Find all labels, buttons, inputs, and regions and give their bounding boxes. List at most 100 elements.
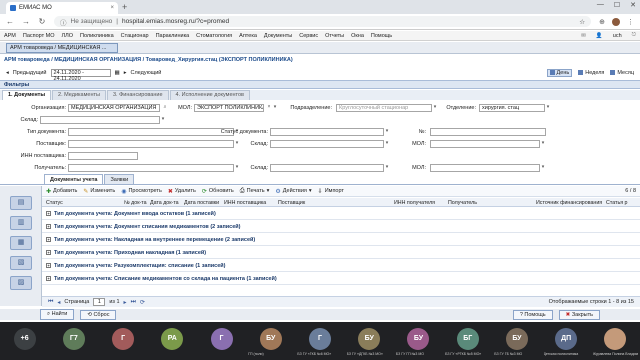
group-row[interactable]: + Тип документа учета: Приходная накладна… [42,247,640,259]
print-button[interactable]: ⎙ Печать ▾ [240,188,270,195]
supplier-field[interactable] [68,140,234,148]
col-status[interactable]: Статус [46,200,63,206]
participant-avatar[interactable]: БУ [407,328,430,350]
url-input[interactable]: ⓘ Не защищено | hospital.emias.mosreg.ru… [54,16,592,27]
mol2-dropdown-icon[interactable]: ▾ [540,140,546,148]
menu-item-pharmacy[interactable]: Аптека [239,33,257,39]
department-dropdown-icon[interactable]: ▾ [432,104,438,112]
last-page-icon[interactable]: ⏭ [131,299,136,306]
browser-tab[interactable]: ЕМИАС МО × [6,2,118,14]
group-row[interactable]: + Тип документа учета: Накладная на внутр… [42,234,640,246]
col-doc-date[interactable]: Дата док-та [150,200,179,206]
reload-icon[interactable]: ↻ [38,17,46,26]
warehouse3-field[interactable] [270,164,384,172]
menu-item-help[interactable]: Помощь [371,33,392,39]
docstatus-field[interactable] [270,128,384,136]
docstatus-dropdown-icon[interactable]: ▾ [384,128,390,136]
recipient-field[interactable] [68,164,234,172]
inn-field[interactable] [68,152,138,160]
participant-avatar[interactable]: +6 [13,328,36,350]
participant-avatar[interactable]: БУ [505,328,528,350]
help-button[interactable]: ? Помощь [512,309,553,320]
participant-avatar[interactable]: РА [161,328,184,350]
documents-icon[interactable]: ▤ [10,196,32,210]
org-field[interactable]: МЕДИЦИНСКАЯ ОРГАНИЗАЦИЯ [68,104,160,112]
browser-menu-icon[interactable]: ⋮ [627,18,634,26]
journal-icon[interactable]: ▦ [10,236,32,250]
tab-execution[interactable]: 4. Исполнение документов [169,90,250,100]
participant-avatar[interactable]: БУ [259,328,282,350]
mol-dropdown-icon[interactable]: ▾ [272,104,278,112]
number-field[interactable] [430,128,546,136]
profile-avatar[interactable] [612,17,620,26]
add-button[interactable]: ✚ Добавить [46,188,77,195]
group-row[interactable]: + Тип документа учета: Документ ввода ост… [42,208,640,220]
menu-item-reports[interactable]: Отчеты [325,33,344,39]
menu-item-llo[interactable]: ЛЛО [62,33,74,39]
menu-item-documents[interactable]: Документы [264,33,292,39]
warehouse-dropdown-icon[interactable]: ▾ [160,116,166,124]
actions-button[interactable]: ⚙ Действия ▾ [275,188,311,195]
delete-button[interactable]: ✖ Удалить [168,188,196,195]
participant-avatar[interactable]: Г7 [62,328,85,350]
group-row[interactable]: + Тип документа учета: Списание медикамен… [42,273,640,285]
tab-requests[interactable]: Заявки [104,174,135,184]
mol-field[interactable]: ЭКСПОРТ ПОЛИКЛИНИКА [194,104,264,112]
branch-dropdown-icon[interactable]: ▾ [545,104,551,112]
next-period-icon[interactable]: ▸ [124,70,127,76]
close-button[interactable]: ✖ Закрыть [558,309,600,320]
accounting-icon[interactable]: ▥ [10,216,32,230]
expand-icon[interactable]: + [46,224,51,229]
tab-documents[interactable]: 1. Документы [2,90,52,100]
menu-item-arm[interactable]: АРМ [4,33,16,39]
doctype-field[interactable] [68,128,234,136]
menu-item-polyclinic[interactable]: Поликлиника [80,33,114,39]
reset-button[interactable]: ⟲ Сброс [80,309,117,320]
minimize-window-button[interactable]: — [597,1,604,9]
warehouse-field[interactable] [40,116,160,124]
extensions-icon[interactable]: ⊕ [599,18,605,26]
bookmark-star-icon[interactable]: ☆ [579,18,585,26]
mol2-field[interactable] [430,140,540,148]
next-period-button[interactable]: Следующий [130,70,161,76]
date-range-input[interactable]: 24.11.2020 - 24.11.2020 [50,68,111,82]
reports-icon[interactable]: ▧ [10,256,32,270]
maximize-window-button[interactable]: ☐ [614,1,620,9]
search-icon[interactable]: ⌕ [162,104,168,112]
settings-icon[interactable]: ▨ [10,276,32,290]
page-input[interactable]: 1 [93,298,106,306]
expand-icon[interactable]: + [46,276,51,281]
group-row[interactable]: + Тип документа учета: Разукомплектация: … [42,260,640,272]
expand-icon[interactable]: + [46,211,51,216]
calendar-icon[interactable]: ▦ [115,70,120,76]
department-field[interactable]: Круглосуточный стационар [336,104,432,112]
expand-icon[interactable]: + [46,250,51,255]
expand-icon[interactable]: + [46,237,51,242]
first-page-icon[interactable]: ⏮ [48,299,53,306]
find-button[interactable]: ⌕ Найти [40,309,75,320]
workplace-tab[interactable]: АРМ товароведа / МЕДИЦИНСКАЯ ... [6,43,118,53]
menu-item-paraclinic[interactable]: Параклиника [156,33,190,39]
forward-arrow-icon[interactable]: → [22,17,30,26]
menu-item-dentistry[interactable]: Стоматология [196,33,232,39]
menu-item-service[interactable]: Сервис [299,33,318,39]
participant-avatar[interactable]: БГ [456,328,479,350]
warehouse3-dropdown-icon[interactable]: ▾ [384,164,390,172]
not-secure-icon[interactable]: ⓘ [60,17,67,27]
exit-icon[interactable]: ⎋ [632,32,636,39]
prev-page-icon[interactable]: ◂ [57,299,60,306]
branch-field[interactable]: хирургия. стац [479,104,545,112]
new-tab-button[interactable]: + [122,2,127,12]
col-delivery-date[interactable]: Дата поставки [184,200,219,206]
edit-button[interactable]: ✎ Изменить [83,188,115,195]
mol3-field[interactable] [430,164,540,172]
participant-avatar[interactable]: БУ [358,328,381,350]
group-row[interactable]: + Тип документа учета: Документ списания … [42,221,640,233]
col-supplier[interactable]: Поставщик [278,200,305,206]
back-arrow-icon[interactable]: ← [6,17,14,26]
tab-financing[interactable]: 3. Финансирование [106,90,169,100]
view-day-button[interactable]: День [546,68,573,77]
message-icon[interactable]: ✉ [581,33,586,39]
participant-avatar[interactable]: Г [309,328,331,350]
view-month-button[interactable]: Месяц [610,69,634,77]
